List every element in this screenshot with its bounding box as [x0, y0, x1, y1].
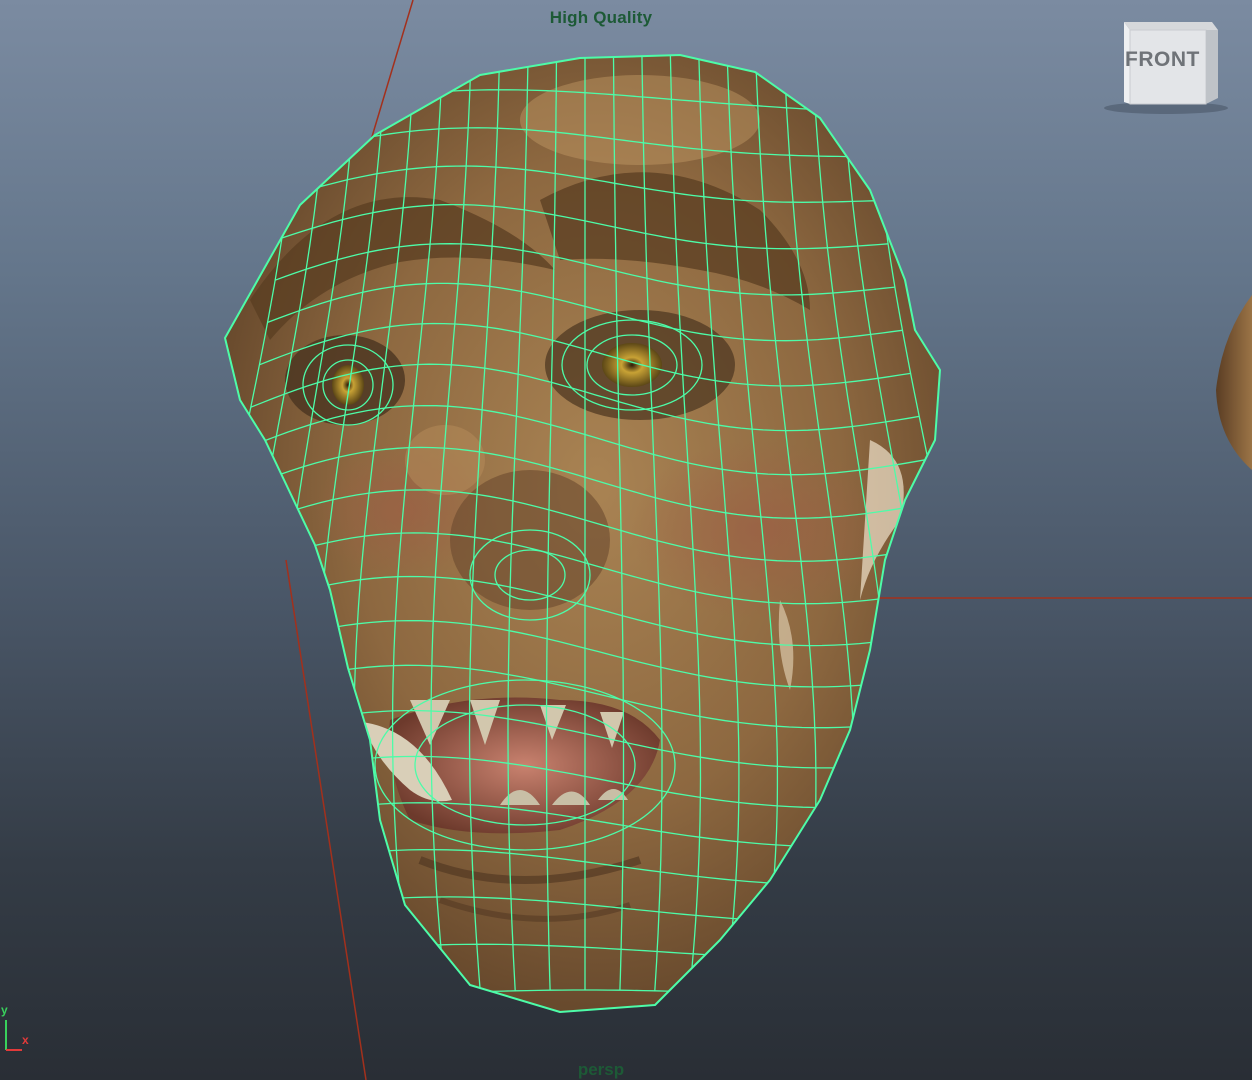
- viewport-quality-label: High Quality: [549, 8, 653, 27]
- maya-perspective-viewport[interactable]: High Quality FRONT y x persp: [0, 0, 1252, 1080]
- head-mesh[interactable]: [225, 55, 940, 1012]
- neighbor-head-mesh[interactable]: [1216, 295, 1252, 470]
- viewport-camera-label: persp: [577, 1060, 625, 1079]
- axis-y-label: y: [1, 1003, 8, 1017]
- view-cube-face-label[interactable]: FRONT: [1125, 48, 1199, 72]
- axis-x-label: x: [22, 1033, 29, 1047]
- wireframe-edge-column: [225, 69, 302, 1011]
- scene-render[interactable]: [0, 0, 1252, 1080]
- axis-gizmo-icon: [5, 1020, 22, 1051]
